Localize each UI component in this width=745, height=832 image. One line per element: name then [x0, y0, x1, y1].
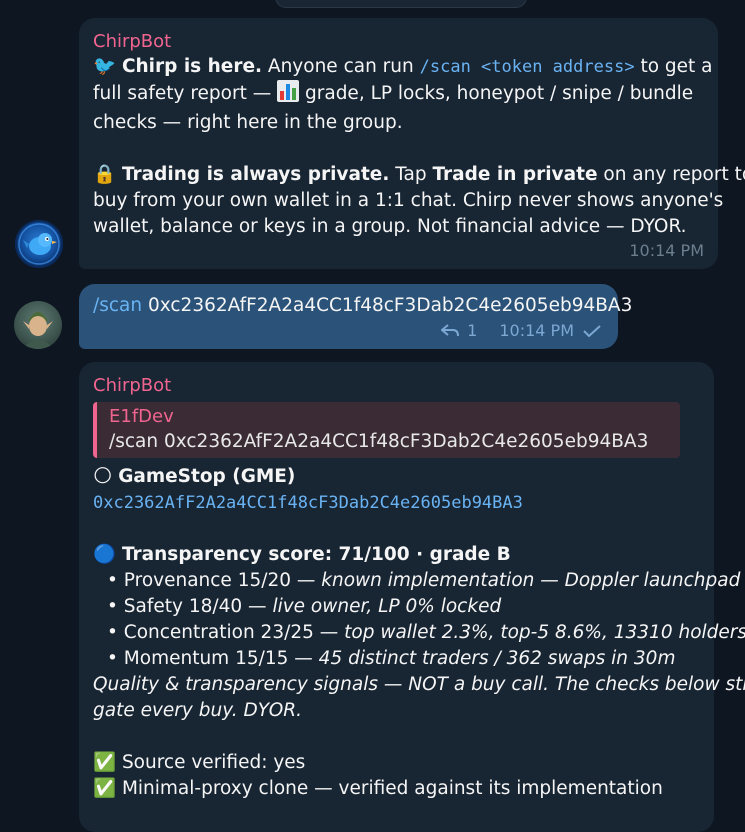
bullet-detail: top wallet 2.3%, top-5 8.6%, 13310 holde… [344, 622, 745, 643]
intro-tail: to get a [635, 56, 713, 77]
reply-count[interactable]: 1 [467, 321, 477, 341]
scan-command-link[interactable]: /scan [93, 295, 142, 316]
message-time: 10:14 PM [499, 321, 574, 341]
intro-heading: Chirp is here. [122, 56, 262, 77]
trading-text2: on any report to [598, 164, 745, 185]
date-pill [275, 0, 527, 8]
check-source-verified: Source verified: yes [122, 752, 305, 773]
sender-name[interactable]: ChirpBot [93, 30, 704, 54]
quote-author: E1fDev [109, 404, 670, 430]
check-emoji-icon: ✅ [93, 778, 116, 799]
intro-text: Anyone can run [262, 56, 420, 77]
scan-address: 0xc2362AfF2A2a4CC1f48cF3Dab2C4e2605eb94B… [142, 295, 632, 316]
user-avatar[interactable] [14, 301, 62, 349]
check-emoji-icon: ✅ [93, 752, 116, 773]
bullet-label: • Momentum 15/15 — [107, 648, 319, 669]
token-name: GameStop (GME) [118, 466, 295, 487]
reply-quote[interactable]: E1fDev /scan 0xc2362AfF2A2a4CC1f48cF3Dab… [93, 402, 680, 458]
disclaimer-line1: Quality & transparency signals — NOT a b… [93, 672, 700, 698]
lock-emoji-icon: 🔒 [93, 164, 116, 185]
reply-arrow-icon[interactable] [441, 324, 459, 338]
elf-avatar-icon [14, 301, 62, 349]
quote-text: /scan 0xc2362AfF2A2a4CC1f48cF3Dab2C4e260… [109, 430, 670, 454]
intro-line3: checks — right here in the group. [93, 110, 704, 136]
trading-line5: buy from your own wallet in a 1:1 chat. … [93, 188, 704, 214]
message-time: 10:14 PM [629, 241, 704, 261]
bot-scan-report[interactable]: ChirpBot E1fDev /scan 0xc2362AfF2A2a4CC1… [79, 362, 714, 832]
moon-emoji-icon: 🌕 [93, 466, 112, 487]
read-check-icon [582, 324, 602, 338]
bullet-label: • Safety 18/40 — [107, 596, 272, 617]
bullet-detail: 45 distinct traders / 362 swaps in 30m [319, 648, 676, 669]
score-title: Transparency score: 71/100 · grade B [122, 544, 511, 565]
intro-line2-pre: full safety report — [93, 83, 277, 104]
chart-emoji-icon [277, 80, 299, 110]
trading-text1: Tap [389, 164, 432, 185]
bird-emoji-icon: 🐦 [93, 56, 116, 77]
bullet-label: • Concentration 23/25 — [107, 622, 344, 643]
token-address[interactable]: 0xc2362AfF2A2a4CC1f48cF3Dab2C4e2605eb94B… [93, 493, 523, 513]
bullet-detail: live owner, LP 0% locked [272, 596, 501, 617]
outgoing-meta: 1 10:14 PM [441, 321, 602, 341]
trade-private-label: Trade in private [432, 164, 597, 185]
sender-name[interactable]: ChirpBot [93, 374, 700, 398]
blue-circle-emoji-icon: 🔵 [93, 544, 116, 565]
trading-heading: Trading is always private. [122, 164, 389, 185]
user-scan-message[interactable]: /scan 0xc2362AfF2A2a4CC1f48cF3Dab2C4e260… [79, 284, 618, 349]
check-proxy-clone: Minimal-proxy clone — verified against i… [122, 778, 663, 799]
intro-line2-post: grade, LP locks, honeypot / snipe / bund… [299, 83, 693, 104]
bot-message-intro[interactable]: ChirpBot 🐦 Chirp is here. Anyone can run… [79, 18, 718, 269]
bullet-detail: known implementation — Doppler launchpad [321, 570, 740, 591]
scan-command-link[interactable]: /scan <token address> [420, 57, 635, 77]
bullet-label: • Provenance 15/20 — [107, 570, 321, 591]
trading-line6: wallet, balance or keys in a group. Not … [93, 214, 704, 240]
bot-avatar[interactable] [15, 220, 63, 268]
bird-logo-icon [15, 220, 63, 268]
disclaimer-line2: gate every buy. DYOR. [93, 698, 700, 724]
